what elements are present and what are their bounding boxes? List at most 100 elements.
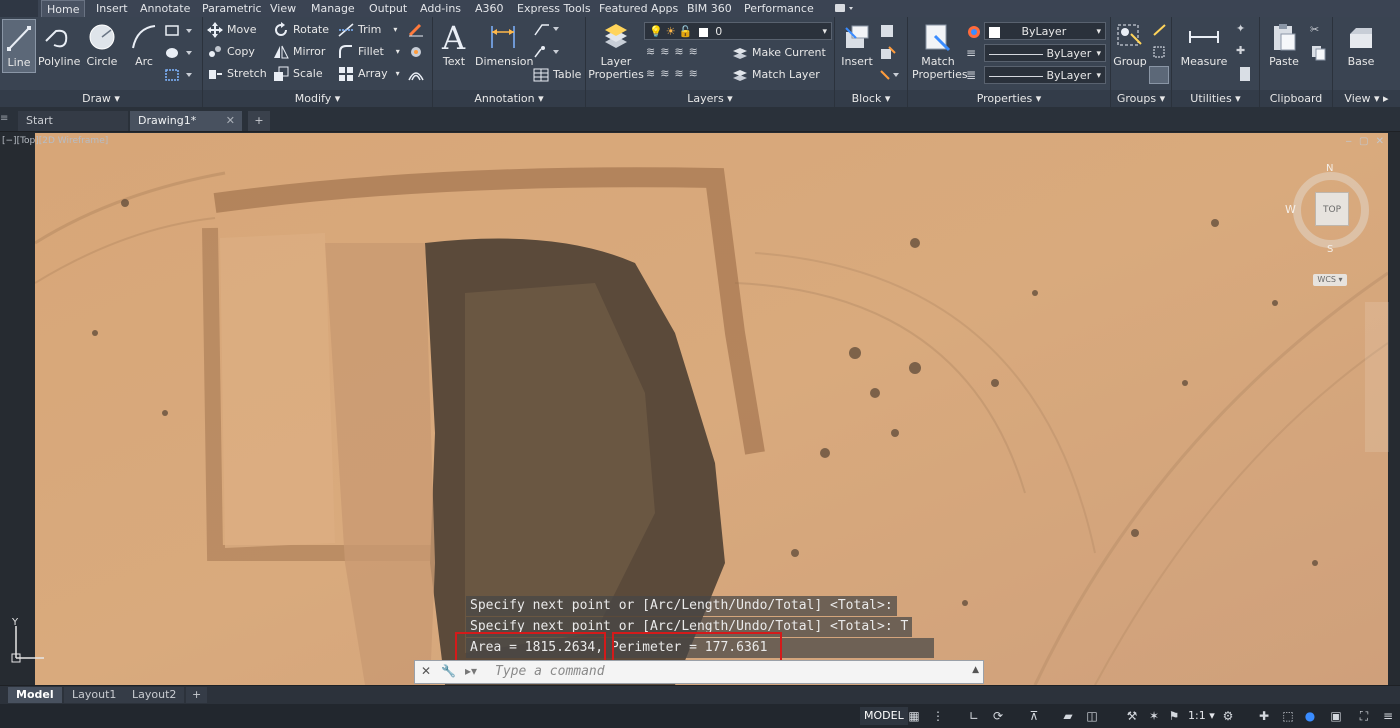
circle-button[interactable]: Circle: [84, 21, 120, 68]
arc-button[interactable]: Arc: [126, 21, 162, 68]
fullscreen-icon[interactable]: ⛶: [1356, 709, 1372, 723]
copy-button[interactable]: Copy: [207, 42, 255, 62]
group-selection-icon[interactable]: [1149, 66, 1169, 84]
group-edit-icon[interactable]: [1151, 44, 1169, 60]
offset-icon[interactable]: [407, 66, 425, 82]
command-line[interactable]: ✕ 🔧 ▸▾ Type a command ▲: [414, 660, 984, 684]
modify-panel-title[interactable]: Modify ▾: [203, 90, 432, 107]
navigation-bar[interactable]: [1365, 302, 1389, 452]
cut-icon[interactable]: ✂: [1310, 23, 1328, 39]
attribute-icon[interactable]: [879, 67, 901, 83]
trim-button[interactable]: Trim ▾: [338, 20, 397, 40]
tab-drawing1[interactable]: Drawing1* ✕: [130, 111, 242, 131]
match-properties-button[interactable]: Match Properties: [912, 21, 968, 81]
color-dropdown[interactable]: ByLayer ▾: [984, 22, 1106, 40]
scale-button[interactable]: Scale: [273, 64, 323, 84]
make-current-button[interactable]: Make Current: [732, 43, 826, 63]
tab-start[interactable]: Start: [18, 111, 128, 131]
block-panel-title[interactable]: Block ▾: [835, 90, 907, 107]
new-layout-button[interactable]: +: [186, 687, 208, 703]
move-button[interactable]: Move: [207, 20, 257, 40]
viewport-window-controls[interactable]: ‒ ▢ ✕: [1345, 136, 1386, 147]
close-command-icon[interactable]: ✕: [421, 664, 431, 678]
new-tab-button[interactable]: +: [248, 111, 270, 131]
clean-screen-icon[interactable]: ▣: [1328, 709, 1344, 723]
tab-layout2[interactable]: Layout2: [124, 687, 185, 703]
tab-home[interactable]: Home: [41, 0, 86, 18]
viewcube-south[interactable]: S: [1327, 244, 1333, 255]
match-layer-button[interactable]: Match Layer: [732, 65, 820, 85]
explode-icon[interactable]: [407, 44, 425, 60]
close-tab-icon[interactable]: ✕: [226, 111, 235, 131]
gear-icon[interactable]: ⚙: [1220, 709, 1236, 723]
layer-tools-row-1[interactable]: ≋≋≋≋: [646, 45, 726, 61]
tab-add-ins[interactable]: Add-ins: [415, 0, 466, 17]
tab-menu-icon[interactable]: ≡: [0, 113, 12, 125]
table-button[interactable]: Table: [533, 65, 581, 85]
lineweight-dropdown[interactable]: ByLayer ▾: [984, 44, 1106, 62]
clipboard-panel-title[interactable]: Clipboard: [1260, 90, 1332, 107]
snap-icon[interactable]: ⋮: [930, 709, 946, 723]
rectangle-icon[interactable]: [164, 23, 194, 39]
dimension-button[interactable]: Dimension: [475, 21, 533, 68]
copy-clip-icon[interactable]: [1310, 45, 1328, 61]
erase-icon[interactable]: [407, 22, 425, 38]
groups-panel-title[interactable]: Groups ▾: [1111, 90, 1171, 107]
viewport-controls-label[interactable]: [−][Top][2D Wireframe]: [2, 136, 108, 146]
tab-a360[interactable]: A360: [470, 0, 509, 17]
drawing-area[interactable]: [−][Top][2D Wireframe] ‒ ▢ ✕ TOP N S W W…: [0, 132, 1400, 685]
base-button[interactable]: Base: [1341, 21, 1381, 68]
edit-block-icon[interactable]: [879, 45, 901, 61]
polyline-button[interactable]: Polyline: [38, 21, 80, 68]
layers-panel-title[interactable]: Layers ▾: [586, 90, 834, 107]
leader-icon[interactable]: [533, 21, 561, 37]
plus-icon[interactable]: ✚: [1256, 709, 1272, 723]
viewcube[interactable]: TOP N S W WCS ▾: [1285, 160, 1377, 290]
tab-bim-360[interactable]: BIM 360: [682, 0, 737, 17]
grid-icon[interactable]: ▦: [906, 709, 922, 723]
tab-manage[interactable]: Manage: [306, 0, 360, 17]
annotation-visibility-icon[interactable]: ⚒: [1124, 709, 1140, 723]
annotation-scale-value[interactable]: 1:1 ▾: [1188, 709, 1215, 722]
transparency-icon[interactable]: ◫: [1084, 709, 1100, 723]
layer-tools-row-2[interactable]: ≋≋≋≋: [646, 67, 726, 83]
create-block-icon[interactable]: [879, 23, 901, 39]
insert-button[interactable]: Insert: [839, 21, 875, 68]
properties-panel-title[interactable]: Properties ▾: [908, 90, 1110, 107]
model-space-button[interactable]: MODEL: [860, 707, 908, 725]
command-history-expand-icon[interactable]: ▲: [972, 665, 979, 675]
group-button[interactable]: Group: [1113, 21, 1147, 68]
quick-select-icon[interactable]: ✦: [1236, 22, 1254, 38]
boundary-icon[interactable]: [164, 67, 194, 83]
tab-view[interactable]: View: [265, 0, 301, 17]
layer-dropdown[interactable]: 💡 ☀ 🔓 0 ▾: [644, 22, 832, 40]
hatch-icon[interactable]: [164, 45, 194, 61]
hardware-acceleration-icon[interactable]: ●: [1302, 709, 1318, 723]
rotate-button[interactable]: Rotate: [273, 20, 329, 40]
osnap-icon[interactable]: ⊼: [1026, 709, 1042, 723]
wcs-menu[interactable]: WCS ▾: [1313, 274, 1347, 286]
lineweight-toggle-icon[interactable]: ▰: [1060, 709, 1076, 723]
measure-button[interactable]: Measure: [1178, 21, 1230, 68]
stretch-button[interactable]: Stretch: [207, 64, 267, 84]
paste-button[interactable]: Paste: [1264, 21, 1304, 68]
ribbon-minimize-icon[interactable]: [834, 3, 856, 14]
tab-featured-apps[interactable]: Featured Apps: [594, 0, 683, 17]
fillet-button[interactable]: Fillet ▾: [338, 42, 400, 62]
tab-performance[interactable]: Performance: [739, 0, 819, 17]
draw-panel-title[interactable]: Draw ▾: [0, 90, 202, 107]
multileader-icon[interactable]: [533, 44, 561, 60]
annotation-scale-icon[interactable]: ⚑: [1166, 709, 1182, 723]
tab-layout1[interactable]: Layout1: [64, 687, 125, 703]
command-input[interactable]: Type a command: [495, 664, 605, 679]
tab-annotate[interactable]: Annotate: [135, 0, 195, 17]
annotation-panel-title[interactable]: Annotation ▾: [433, 90, 585, 107]
ortho-icon[interactable]: ∟: [966, 709, 982, 723]
customization-icon[interactable]: ≡: [1380, 709, 1396, 723]
isolate-icon[interactable]: ⬚: [1280, 709, 1296, 723]
id-point-icon[interactable]: ✚: [1236, 44, 1254, 60]
wrench-icon[interactable]: 🔧: [441, 664, 456, 678]
calculator-icon[interactable]: [1236, 66, 1254, 82]
layer-properties-button[interactable]: Layer Properties: [588, 21, 644, 81]
view-panel-title[interactable]: View ▾ ▸: [1333, 90, 1400, 107]
